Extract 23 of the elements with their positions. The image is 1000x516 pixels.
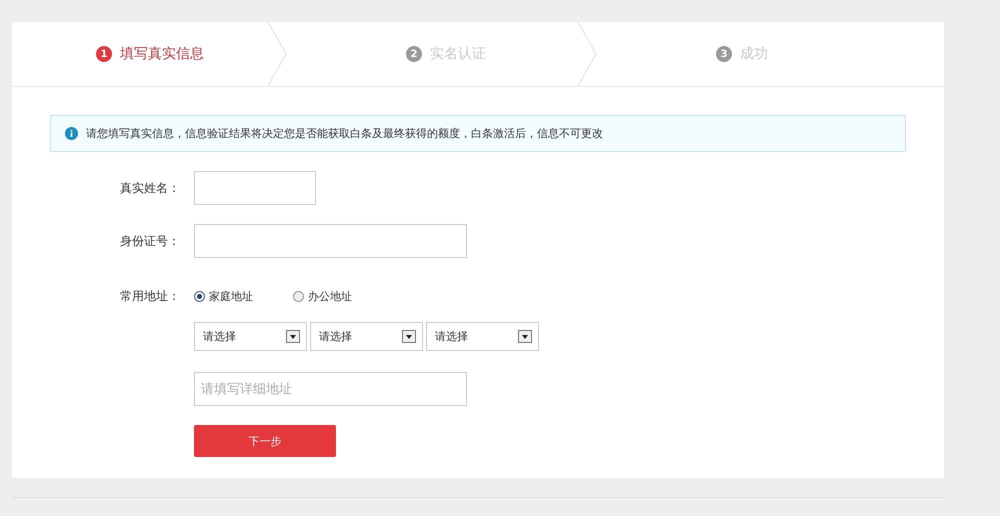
radio-button[interactable]	[194, 290, 205, 302]
radio-option[interactable]: 办公地址	[293, 288, 352, 304]
dropdown-caret-icon	[402, 330, 416, 343]
address-input-field[interactable]: 请填写详细地址	[194, 372, 467, 406]
dropdown-caret-icon	[518, 330, 532, 343]
step-number-badge: 1	[96, 46, 112, 62]
notice-text: 请您填写真实信息，信息验证结果将决定您是否能获取白条及最终获得的额度，白条激活后，信息不可更改	[86, 126, 603, 141]
radio-button[interactable]	[293, 290, 304, 302]
next-step-button[interactable]: 下一步	[194, 425, 336, 457]
field-label: 常用地址：	[119, 288, 181, 305]
step-number-badge: 3	[716, 46, 732, 62]
dropdown-caret-icon	[286, 330, 300, 343]
region-dropdown[interactable]: 请选择	[310, 322, 423, 351]
radio-option[interactable]: 家庭地址	[194, 288, 253, 304]
region-dropdown[interactable]: 请选择	[426, 322, 539, 351]
name-input-field[interactable]	[194, 171, 316, 205]
step-number-badge: 2	[406, 46, 422, 62]
info-icon	[65, 127, 78, 140]
field-label: 身份证号：	[119, 233, 181, 250]
field-label: 真实姓名：	[119, 180, 181, 197]
region-dropdown[interactable]: 请选择	[194, 322, 307, 351]
id-number-input-field[interactable]	[194, 224, 467, 258]
step-label: 填写真实信息	[120, 45, 204, 63]
